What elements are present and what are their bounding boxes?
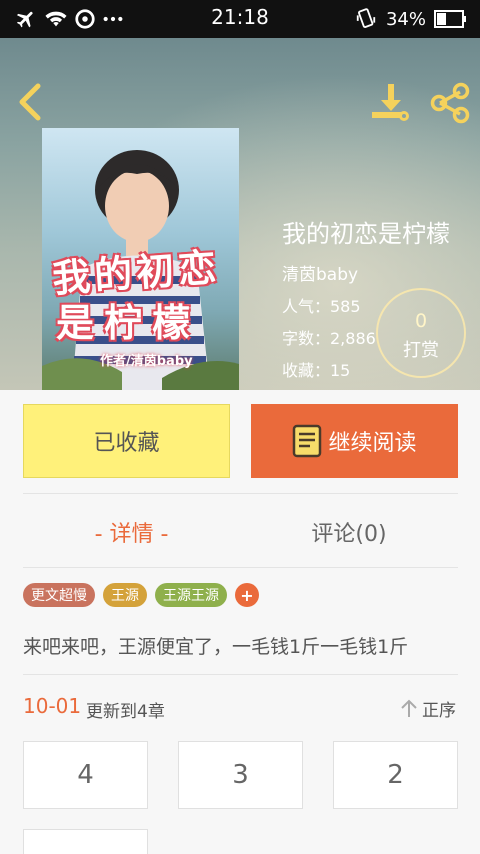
cover-author: 作者/清茵baby (100, 354, 193, 369)
download-button[interactable] (368, 82, 412, 124)
download-icon (372, 84, 409, 121)
book-cover[interactable]: 我的初恋 是柠檬 作者/清茵baby (42, 128, 239, 390)
tag-item[interactable]: 王源 (103, 583, 147, 607)
tab-comments[interactable]: 评论(0) (240, 512, 458, 552)
tip-button[interactable]: 0 打赏 (376, 288, 466, 378)
popularity-stat: 人气：585 (282, 297, 361, 316)
word-count-stat: 字数：2,886 (282, 329, 376, 348)
status-bar: 21:18 34% (0, 0, 480, 38)
cover-title-line2: 是柠檬 (56, 301, 201, 345)
divider (23, 567, 458, 568)
arrow-up-icon (401, 699, 417, 717)
tab-detail[interactable]: - 详情 - (23, 512, 240, 552)
continue-reading-button[interactable]: 继续阅读 (251, 404, 458, 478)
divider (23, 493, 458, 494)
add-tag-button[interactable]: + (235, 583, 259, 607)
tip-label: 打赏 (403, 340, 439, 361)
chapter-button[interactable]: 3 (178, 741, 303, 809)
chapter-button[interactable] (23, 829, 148, 854)
favorites-stat: 收藏：15 (282, 361, 351, 380)
book-description: 来吧来吧，王源便宜了，一毛钱1斤一毛钱1斤 (23, 636, 409, 658)
tip-count: 0 (414, 310, 428, 332)
tag-item[interactable]: 更文超慢 (23, 583, 95, 607)
book-header: 我的初恋 是柠檬 作者/清茵baby 我的初恋是柠檬 清茵baby 人气：585… (0, 38, 480, 390)
phone-vibrate-icon (356, 8, 376, 28)
favorited-label: 已收藏 (93, 431, 160, 456)
tag-list: 更文超慢 王源 王源王源 + (23, 583, 259, 607)
tag-item[interactable]: 王源王源 (155, 583, 227, 607)
sort-label: 正序 (422, 701, 456, 721)
battery-percent: 34% (385, 8, 426, 30)
chapter-button[interactable]: 2 (333, 741, 458, 809)
book-icon (293, 424, 322, 458)
update-text: 更新到4章 (86, 702, 165, 722)
book-title: 我的初恋是柠檬 (282, 220, 450, 248)
divider (23, 674, 458, 675)
chevron-left-icon (19, 83, 41, 121)
favorited-button[interactable]: 已收藏 (23, 404, 230, 478)
update-date: 10-01 (23, 694, 82, 718)
share-button[interactable] (428, 82, 472, 124)
battery-icon (434, 10, 466, 28)
back-button[interactable] (12, 80, 48, 124)
chapter-button[interactable]: 4 (23, 741, 148, 809)
share-icon (430, 82, 470, 124)
author-name[interactable]: 清茵baby (282, 260, 358, 285)
continue-reading-label: 继续阅读 (328, 431, 417, 456)
status-icons-right: 34% (354, 6, 468, 32)
sort-button[interactable]: 正序 (400, 696, 456, 721)
